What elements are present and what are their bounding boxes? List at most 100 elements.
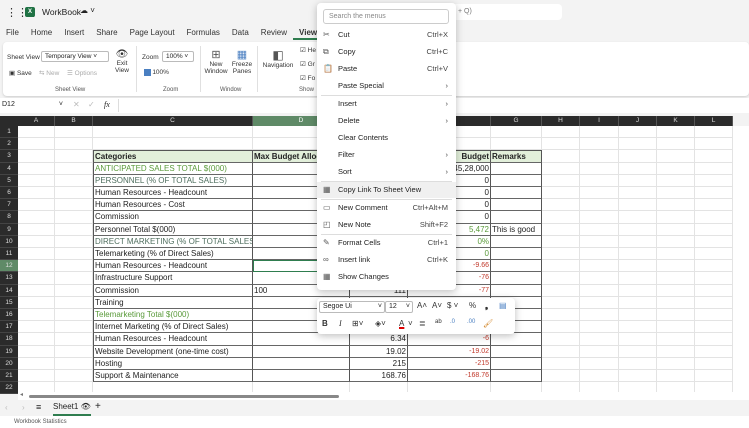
cell-B1[interactable] xyxy=(55,126,93,139)
cell-A18[interactable] xyxy=(18,333,55,346)
cell-C8[interactable]: Commission xyxy=(93,211,253,224)
exit-view-button[interactable]: 👁 Exit View xyxy=(111,49,133,74)
cell-K15[interactable] xyxy=(657,296,695,309)
cell-A12[interactable] xyxy=(18,260,55,273)
freeze-panes-button[interactable]: ▦ Freeze Panes xyxy=(230,48,254,75)
cell-L17[interactable] xyxy=(695,321,733,334)
percent-icon[interactable]: % xyxy=(469,301,476,310)
cell-J17[interactable] xyxy=(619,321,657,334)
row-header-21[interactable]: 21 xyxy=(0,370,18,383)
cell-F18[interactable]: -6 xyxy=(408,333,491,346)
cell-J7[interactable] xyxy=(619,199,657,212)
cell-L5[interactable] xyxy=(695,174,733,187)
cell-G13[interactable] xyxy=(491,272,542,285)
decrease-font-icon[interactable]: A˅ xyxy=(432,301,442,310)
row-header-14[interactable]: 14 xyxy=(0,284,18,297)
cell-H21[interactable] xyxy=(542,370,580,383)
cancel-icon[interactable]: ✕ xyxy=(73,100,80,109)
cell-G9[interactable]: This is good xyxy=(491,223,542,236)
cell-D20[interactable] xyxy=(253,357,350,370)
cell-H6[interactable] xyxy=(542,187,580,200)
cell-C1[interactable] xyxy=(93,126,253,139)
cell-B19[interactable] xyxy=(55,345,93,358)
cell-C13[interactable]: Infrastructure Support xyxy=(93,272,253,285)
chevron-down-icon[interactable]: ˅ xyxy=(408,319,413,328)
cell-A1[interactable] xyxy=(18,126,55,139)
bold-icon[interactable]: B xyxy=(322,319,328,328)
show-headings-checkbox[interactable]: ☑ He xyxy=(300,46,316,54)
cell-H18[interactable] xyxy=(542,333,580,346)
workbook-title[interactable]: WorkBook xyxy=(42,7,81,17)
menu-item-show-changes[interactable]: ▦ Show Changes xyxy=(317,269,456,285)
cell-J16[interactable] xyxy=(619,309,657,322)
cell-G19[interactable] xyxy=(491,345,542,358)
row-header-16[interactable]: 16 xyxy=(0,309,18,322)
cell-L1[interactable] xyxy=(695,126,733,139)
cell-J18[interactable] xyxy=(619,333,657,346)
cell-K17[interactable] xyxy=(657,321,695,334)
menu-item-sort[interactable]: Sort › xyxy=(317,164,456,180)
cell-K3[interactable] xyxy=(657,150,695,163)
column-header-J[interactable]: J xyxy=(619,116,657,126)
cell-K14[interactable] xyxy=(657,284,695,297)
cell-I7[interactable] xyxy=(580,199,619,212)
row-header-12[interactable]: 12 xyxy=(0,260,18,273)
cell-C10[interactable]: DIRECT MARKETING (% OF TOTAL SALES) xyxy=(93,235,253,248)
column-header-G[interactable]: G xyxy=(491,116,542,126)
cell-C6[interactable]: Human Resources - Headcount xyxy=(93,187,253,200)
cell-H2[interactable] xyxy=(542,138,580,151)
cell-A4[interactable] xyxy=(18,162,55,175)
cell-C20[interactable]: Hosting xyxy=(93,357,253,370)
cell-A6[interactable] xyxy=(18,187,55,200)
cell-I5[interactable] xyxy=(580,174,619,187)
cell-A14[interactable] xyxy=(18,284,55,297)
cell-H13[interactable] xyxy=(542,272,580,285)
row-header-9[interactable]: 9 xyxy=(0,223,18,236)
cell-I1[interactable] xyxy=(580,126,619,139)
cell-B17[interactable] xyxy=(55,321,93,334)
cell-K7[interactable] xyxy=(657,199,695,212)
cell-A5[interactable] xyxy=(18,174,55,187)
cell-B3[interactable] xyxy=(55,150,93,163)
table-header-cell[interactable]: Categories xyxy=(93,150,253,163)
cell-L13[interactable] xyxy=(695,272,733,285)
cell-F20[interactable]: -215 xyxy=(408,357,491,370)
zoom-100-button[interactable]: ▬ 100% xyxy=(144,69,169,76)
row-header-13[interactable]: 13 xyxy=(0,272,18,285)
cell-G10[interactable] xyxy=(491,235,542,248)
cell-K6[interactable] xyxy=(657,187,695,200)
cell-A19[interactable] xyxy=(18,345,55,358)
scroll-left-icon[interactable]: ◂ xyxy=(20,391,23,398)
cell-L10[interactable] xyxy=(695,235,733,248)
cell-H5[interactable] xyxy=(542,174,580,187)
cell-I14[interactable] xyxy=(580,284,619,297)
cell-A17[interactable] xyxy=(18,321,55,334)
add-sheet-icon[interactable]: + xyxy=(95,401,101,412)
cell-C19[interactable]: Website Development (one-time cost) xyxy=(93,345,253,358)
column-header-H[interactable]: H xyxy=(542,116,580,126)
cell-F19[interactable]: -19.02 xyxy=(408,345,491,358)
cell-K5[interactable] xyxy=(657,174,695,187)
cell-J13[interactable] xyxy=(619,272,657,285)
menu-item-paste-special[interactable]: Paste Special › xyxy=(317,78,456,94)
column-header-I[interactable]: I xyxy=(580,116,619,126)
cell-L4[interactable] xyxy=(695,162,733,175)
cell-C18[interactable]: Human Resources - Headcount xyxy=(93,333,253,346)
row-header-4[interactable]: 4 xyxy=(0,162,18,175)
cell-L6[interactable] xyxy=(695,187,733,200)
menu-item-format-cells[interactable]: ✎ Format Cells Ctrl+1 xyxy=(317,235,456,251)
cell-H17[interactable] xyxy=(542,321,580,334)
sheet-tab-sheet1[interactable]: Sheet1 👁 xyxy=(53,402,91,416)
cell-J19[interactable] xyxy=(619,345,657,358)
show-formula-checkbox[interactable]: ☑ Fo xyxy=(300,74,315,82)
cell-G18[interactable] xyxy=(491,333,542,346)
enter-icon[interactable]: ✓ xyxy=(88,100,95,109)
menu-item-insert-link[interactable]: ∞ Insert link Ctrl+K xyxy=(317,252,456,268)
cell-J14[interactable] xyxy=(619,284,657,297)
new-window-button[interactable]: ⊞ New Window xyxy=(204,48,228,75)
row-header-20[interactable]: 20 xyxy=(0,357,18,370)
workbook-statistics[interactable]: Workbook Statistics xyxy=(14,419,67,425)
cell-B10[interactable] xyxy=(55,235,93,248)
cell-H7[interactable] xyxy=(542,199,580,212)
cell-I11[interactable] xyxy=(580,248,619,261)
